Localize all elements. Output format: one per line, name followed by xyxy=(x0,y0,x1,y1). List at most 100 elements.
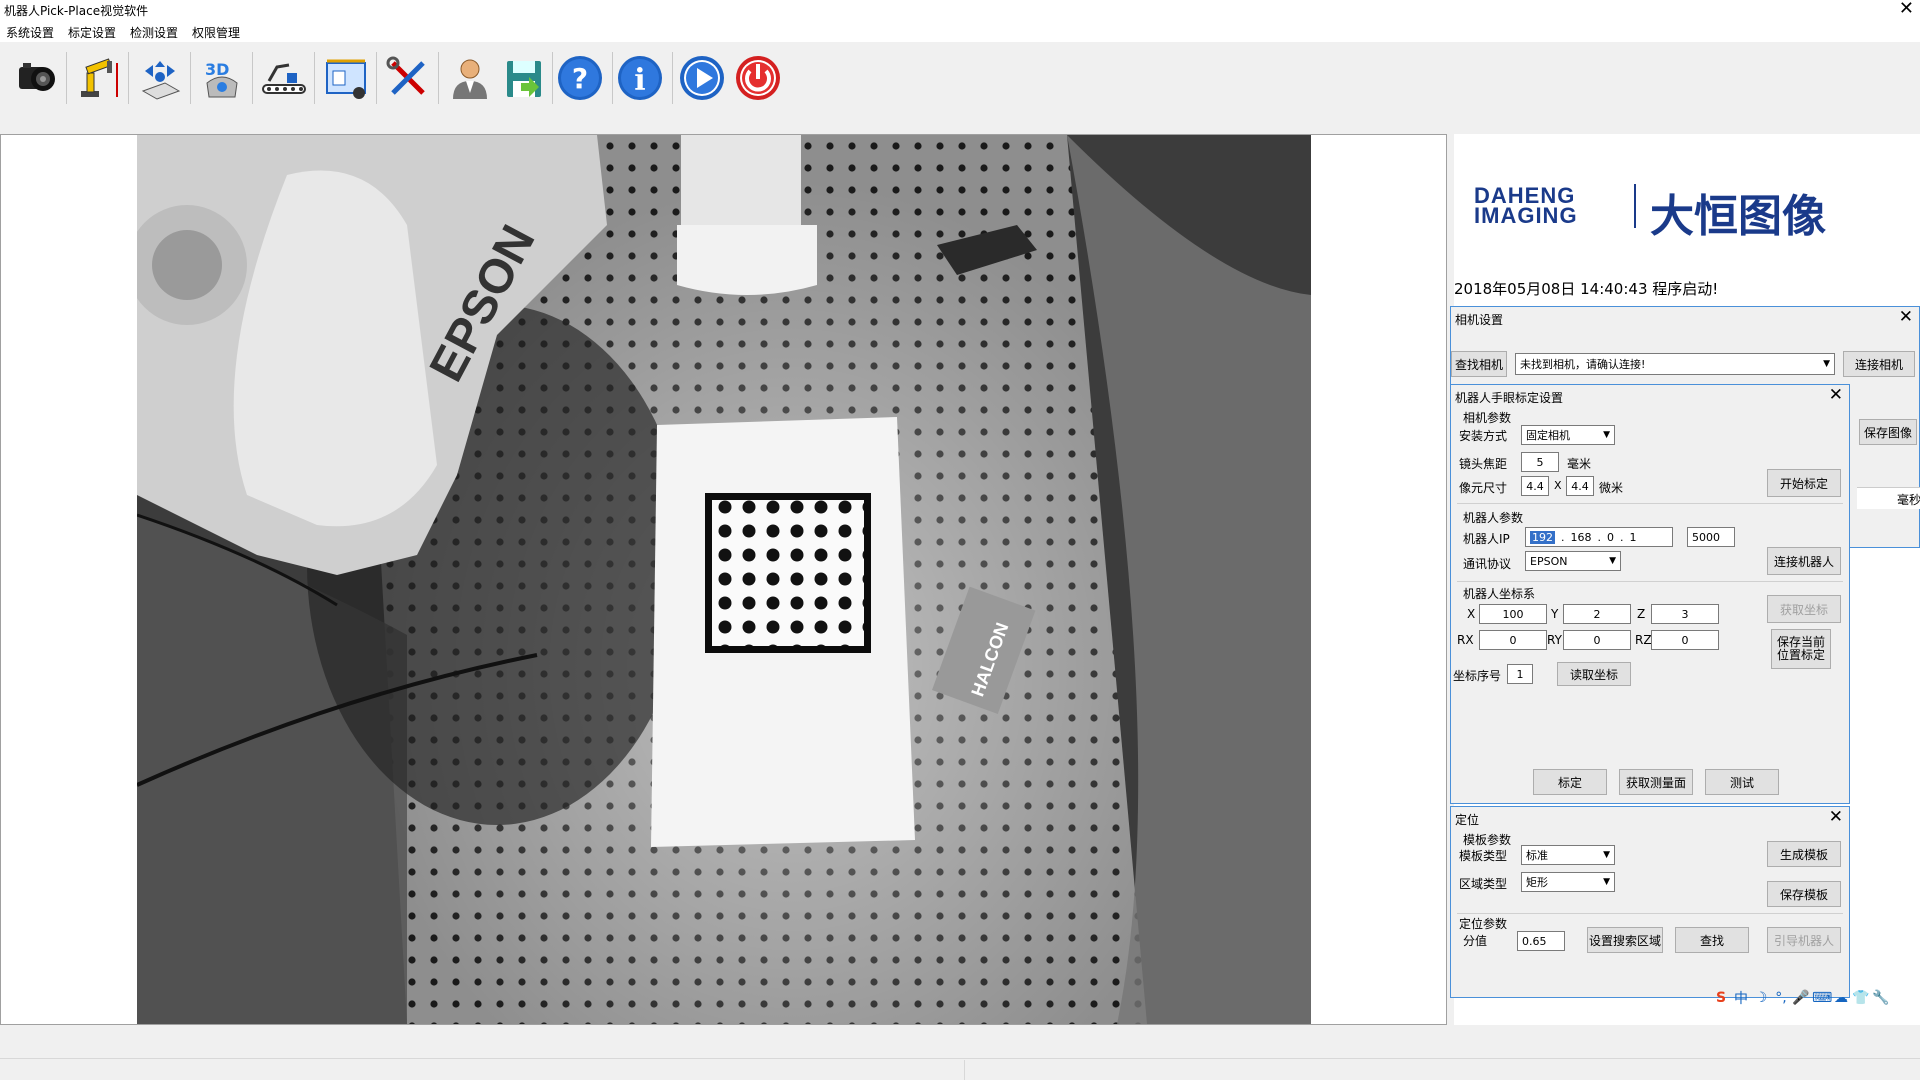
template-type-value: 标准 xyxy=(1526,849,1548,862)
focal-unit-label: 毫米 xyxy=(1567,457,1592,471)
ime-logo-icon[interactable]: S xyxy=(1712,990,1730,1006)
ip-octet-4: 1 xyxy=(1629,530,1637,544)
z-label: Z xyxy=(1637,607,1646,621)
tools-icon[interactable] xyxy=(380,50,436,106)
chevron-down-icon: ▼ xyxy=(1609,556,1616,566)
conveyor-icon[interactable] xyxy=(256,50,312,106)
connect-robot-button[interactable]: 连接机器人 xyxy=(1767,547,1841,575)
region-type-label: 区域类型 xyxy=(1459,877,1508,891)
region-type-value: 矩形 xyxy=(1526,876,1548,889)
save-image-button[interactable]: 保存图像 xyxy=(1859,419,1917,445)
score-label: 分值 xyxy=(1463,934,1488,948)
ry-label: RY xyxy=(1547,633,1562,647)
find-camera-button[interactable]: 查找相机 xyxy=(1451,351,1507,377)
menu-bar: 系统设置 标定设置 检测设置 权限管理 xyxy=(0,22,1920,42)
rz-input[interactable]: 0 xyxy=(1651,630,1719,650)
calibration-panel: 机器人手眼标定设置 ✕ 相机参数 安装方式 固定相机 ▼ 镜头焦距 5 毫米 像… xyxy=(1450,384,1850,804)
generate-template-button[interactable]: 生成模板 xyxy=(1767,841,1841,867)
x-input[interactable]: 100 xyxy=(1479,604,1547,624)
find-button[interactable]: 查找 xyxy=(1675,927,1749,953)
robot-port-input[interactable]: 5000 xyxy=(1687,527,1735,547)
user-icon[interactable] xyxy=(442,50,498,106)
pixel-size-x-input[interactable]: 4.4 xyxy=(1521,476,1549,496)
logo-text-en-2: IMAGING xyxy=(1474,203,1578,228)
set-search-region-button[interactable]: 设置搜索区域 xyxy=(1587,927,1663,953)
status-message: 2018年05月08日 14:40:43 程序启动! xyxy=(1454,280,1719,298)
play-icon[interactable] xyxy=(674,50,730,106)
bottom-status-bar xyxy=(0,1028,1920,1080)
ime-keyboard-icon[interactable]: ⌨ xyxy=(1812,990,1832,1006)
guide-robot-button[interactable]: 引导机器人 xyxy=(1767,927,1841,953)
protocol-select[interactable]: EPSON ▼ xyxy=(1525,551,1621,571)
calibration-icon[interactable] xyxy=(132,50,188,106)
z-input[interactable]: 3 xyxy=(1651,604,1719,624)
get-coordinate-button[interactable]: 获取坐标 xyxy=(1767,595,1841,623)
camera-select-value: 未找到相机，请确认连接! xyxy=(1520,358,1646,371)
ime-chinese-mode-icon[interactable]: 中 xyxy=(1732,988,1750,1008)
connect-camera-button[interactable]: 连接相机 xyxy=(1843,351,1915,377)
save-position-calibration-button[interactable]: 保存当前 位置标定 xyxy=(1771,629,1831,669)
ms-label: 毫秒 xyxy=(1897,493,1920,507)
focal-length-input[interactable]: 5 xyxy=(1521,452,1559,472)
image-viewer[interactable]: EPSON HALCON xyxy=(0,134,1447,1025)
ime-toolbar: S 中 ☽ °, 🎤 ⌨ ☁ 👕 🔧 xyxy=(1712,986,1920,1010)
camera-panel-close-icon[interactable]: ✕ xyxy=(1899,307,1913,327)
read-coordinate-button[interactable]: 读取坐标 xyxy=(1557,662,1631,686)
locate-panel-close-icon[interactable]: ✕ xyxy=(1829,807,1843,827)
save-template-button[interactable]: 保存模板 xyxy=(1767,881,1841,907)
logo-text-cn: 大恒图像 xyxy=(1650,191,1826,242)
ime-skin-icon[interactable]: 👕 xyxy=(1852,990,1870,1006)
ime-microphone-icon[interactable]: 🎤 xyxy=(1792,990,1810,1006)
svg-text:3D: 3D xyxy=(205,60,229,79)
pixel-size-y-input[interactable]: 4.4 xyxy=(1566,476,1594,496)
test-button[interactable]: 测试 xyxy=(1705,769,1779,795)
y-input[interactable]: 2 xyxy=(1563,604,1631,624)
coord-index-label: 坐标序号 xyxy=(1453,669,1502,683)
toolbar: 3D ? i xyxy=(0,42,1920,110)
power-icon[interactable] xyxy=(730,50,786,106)
calibrate-button[interactable]: 标定 xyxy=(1533,769,1607,795)
ime-moon-icon[interactable]: ☽ xyxy=(1752,990,1770,1006)
title-bar: 机器人Pick-Place视觉软件 ✕ xyxy=(0,0,1920,22)
locate-params-group-label: 定位参数 xyxy=(1459,917,1508,931)
chevron-down-icon: ▼ xyxy=(1823,359,1830,369)
calibration-panel-title: 机器人手眼标定设置 xyxy=(1455,391,1564,405)
info-icon[interactable]: i xyxy=(612,50,668,106)
company-logo: DAHENG IMAGING 大恒图像 xyxy=(1456,134,1899,272)
template-type-select[interactable]: 标准 ▼ xyxy=(1521,845,1615,865)
robot-ip-input[interactable]: 192 . 168 . 0 . 1 xyxy=(1525,527,1673,547)
score-input[interactable]: 0.65 xyxy=(1517,931,1565,951)
robot-arm-icon[interactable] xyxy=(70,50,126,106)
window-close-button[interactable]: ✕ xyxy=(1899,0,1914,19)
measure-icon[interactable] xyxy=(318,50,374,106)
camera-params-group-label: 相机参数 xyxy=(1463,411,1512,425)
ime-punctuation-icon[interactable]: °, xyxy=(1772,990,1790,1006)
start-calibration-button[interactable]: 开始标定 xyxy=(1767,469,1841,497)
ip-octet-2: 168 xyxy=(1570,530,1592,544)
coord-index-input[interactable]: 1 xyxy=(1507,664,1533,684)
ip-octet-1: 192 xyxy=(1530,530,1555,544)
menu-system-settings[interactable]: 系统设置 xyxy=(6,24,54,41)
rx-input[interactable]: 0 xyxy=(1479,630,1547,650)
ry-input[interactable]: 0 xyxy=(1563,630,1631,650)
help-icon[interactable]: ? xyxy=(552,50,608,106)
ime-cloud-icon[interactable]: ☁ xyxy=(1832,990,1850,1006)
robot-ip-label: 机器人IP xyxy=(1463,532,1510,546)
3d-icon[interactable]: 3D xyxy=(194,50,250,106)
get-measure-plane-button[interactable]: 获取测量面 xyxy=(1619,769,1693,795)
divider xyxy=(1457,581,1843,582)
camera-select[interactable]: 未找到相机，请确认连接! ▼ xyxy=(1515,353,1835,375)
region-type-select[interactable]: 矩形 ▼ xyxy=(1521,872,1615,892)
calibration-panel-close-icon[interactable]: ✕ xyxy=(1829,385,1843,405)
save-icon[interactable] xyxy=(496,50,552,106)
x-label: X xyxy=(1467,607,1476,621)
menu-permission-management[interactable]: 权限管理 xyxy=(192,24,240,41)
mount-type-select[interactable]: 固定相机 ▼ xyxy=(1521,425,1615,445)
robot-params-group-label: 机器人参数 xyxy=(1463,511,1524,525)
menu-calibration-settings[interactable]: 标定设置 xyxy=(68,24,116,41)
ime-tools-icon[interactable]: 🔧 xyxy=(1872,990,1890,1006)
y-label: Y xyxy=(1551,607,1559,621)
camera-icon[interactable] xyxy=(8,50,64,106)
menu-detection-settings[interactable]: 检测设置 xyxy=(130,24,178,41)
camera-image: EPSON HALCON xyxy=(137,135,1311,1024)
